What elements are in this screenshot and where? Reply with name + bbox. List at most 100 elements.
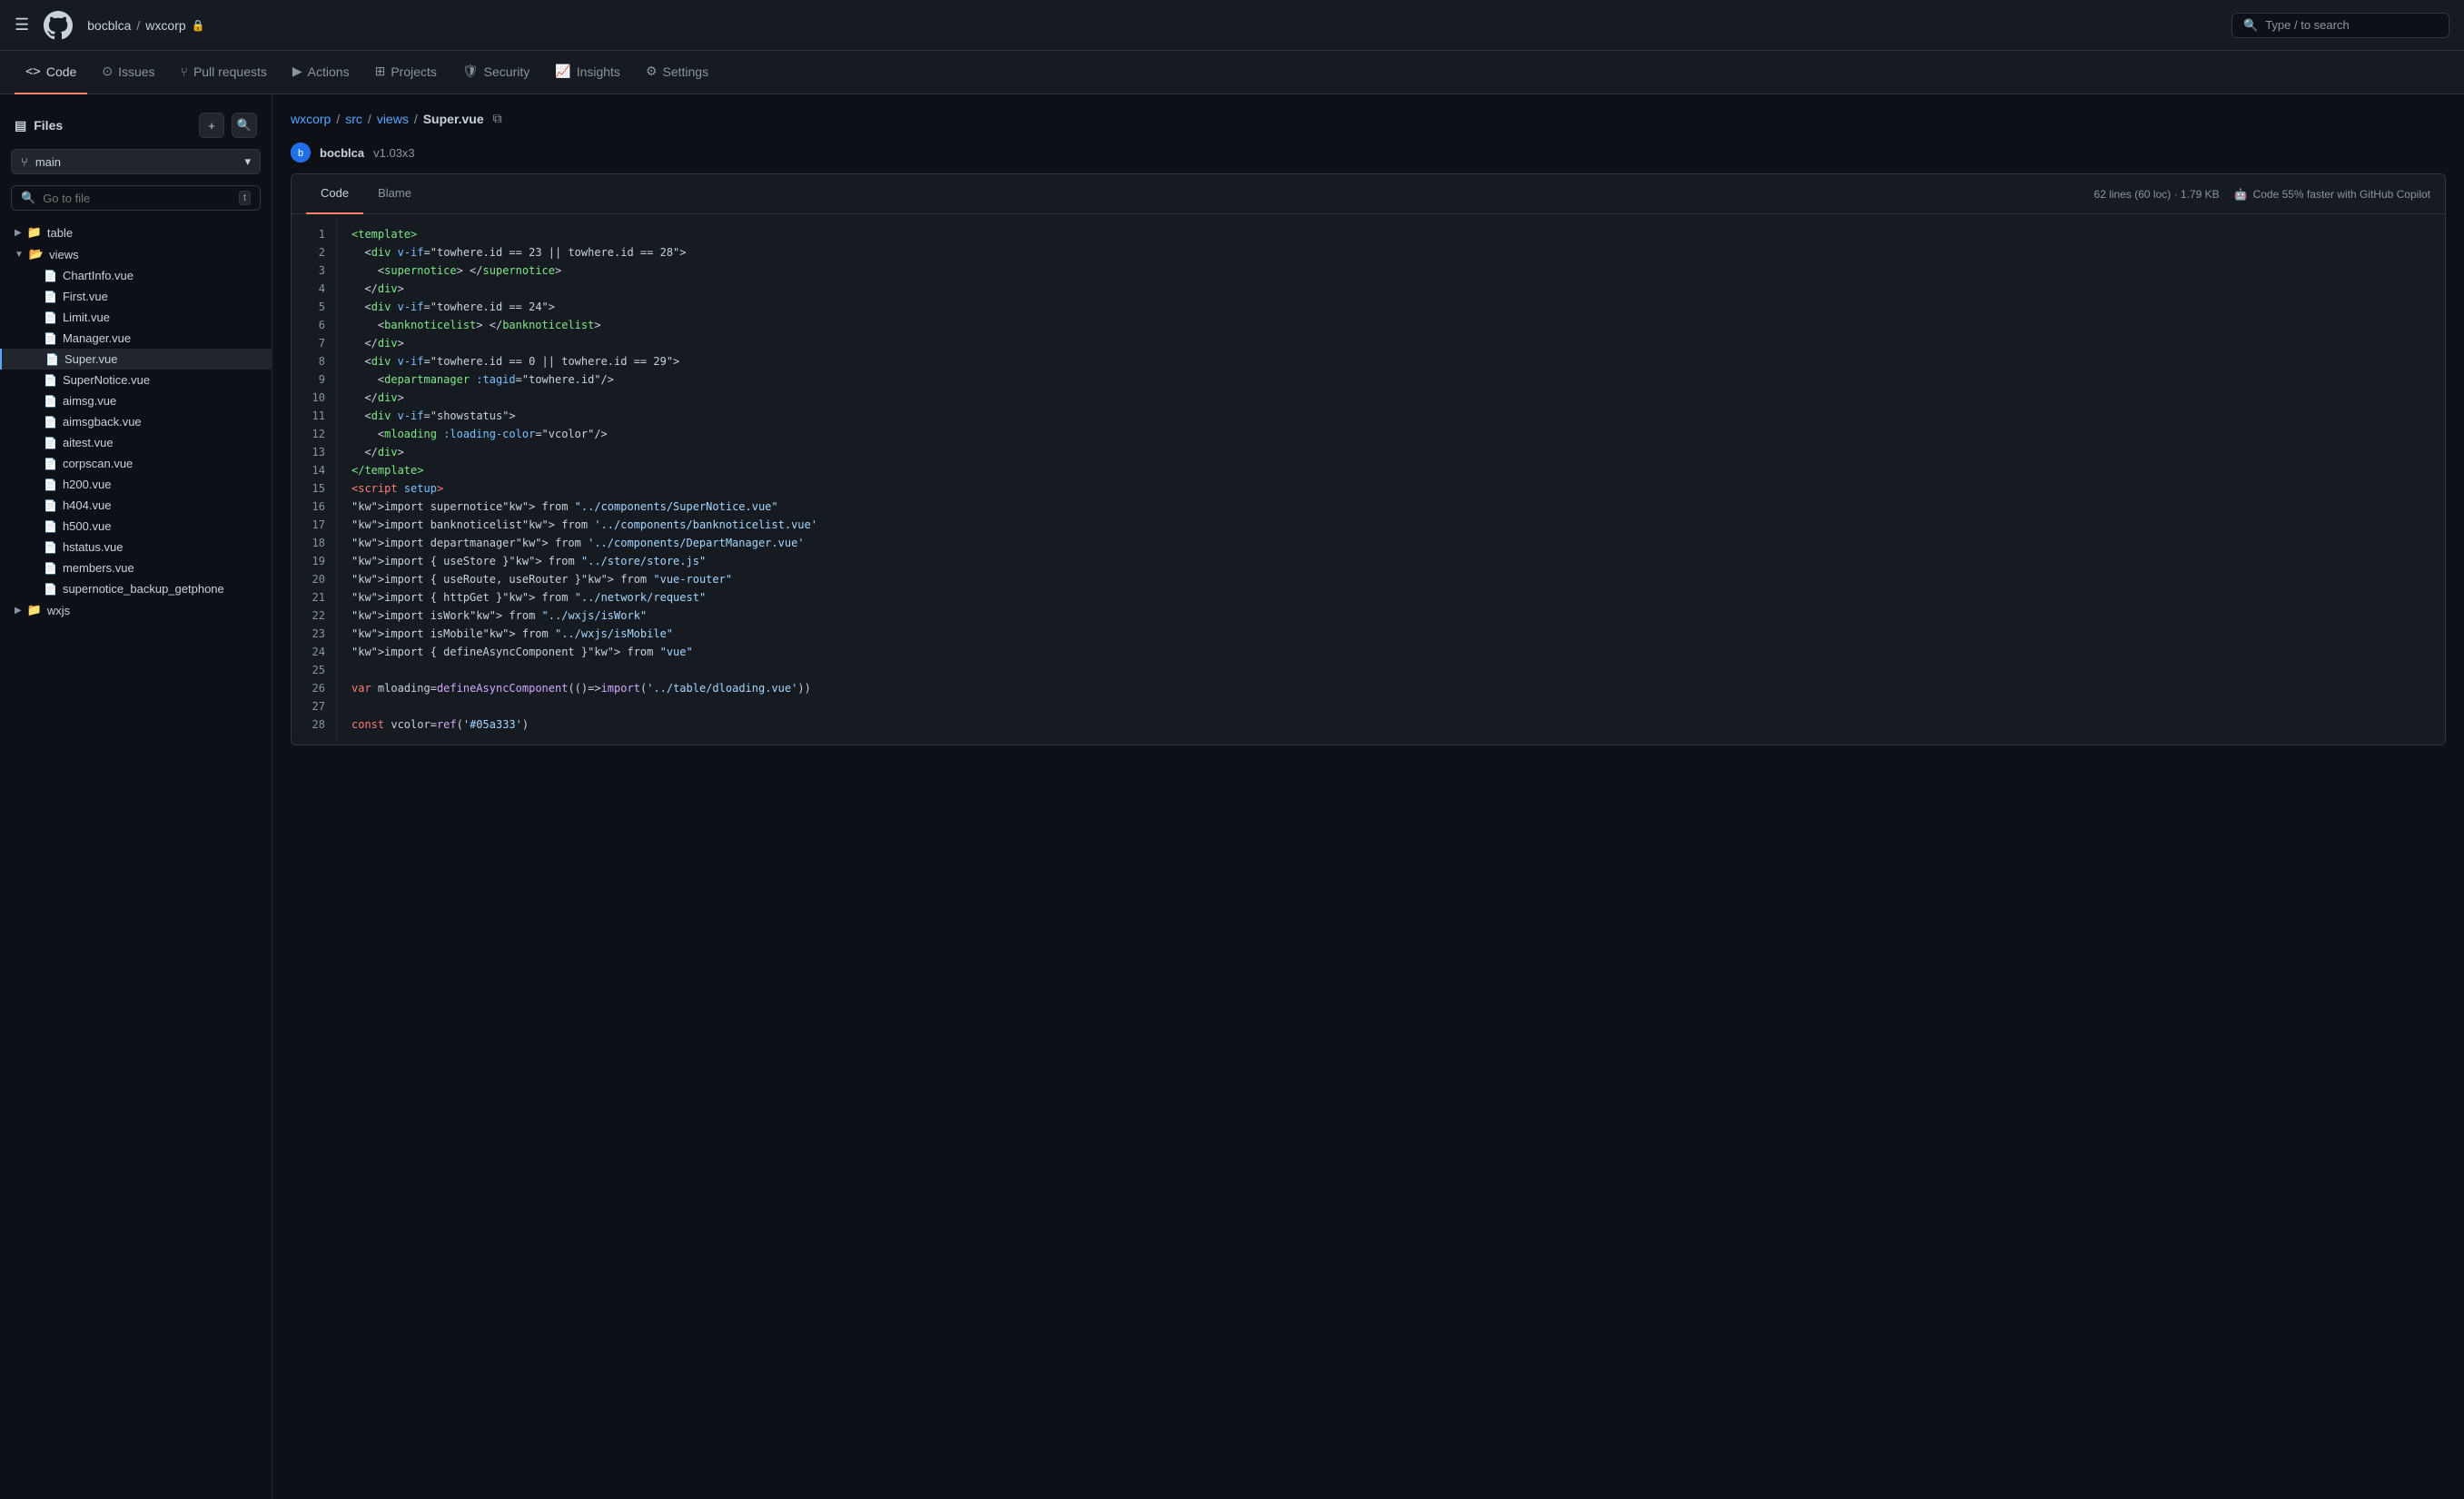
tree-item-aitest-vue[interactable]: 📄 aitest.vue xyxy=(0,432,272,453)
code-body: 1234567891011121314151617181920212223242… xyxy=(292,214,2445,745)
tab-issues[interactable]: ⊙ Issues xyxy=(91,51,165,94)
blame-view-tab[interactable]: Blame xyxy=(363,174,426,214)
pr-tab-label: Pull requests xyxy=(193,64,267,79)
code-line: <div v-if="showstatus"> xyxy=(351,407,2430,425)
tree-item-limit-vue[interactable]: 📄 Limit.vue xyxy=(0,307,272,328)
tree-item-label: Limit.vue xyxy=(63,311,110,324)
sidebar-title-label: Files xyxy=(34,118,63,133)
security-tab-icon: 🛡 xyxy=(462,64,479,79)
copy-path-button[interactable]: ⧉ xyxy=(490,109,506,128)
breadcrumb-src-link[interactable]: src xyxy=(345,112,362,126)
breadcrumb-current-file: Super.vue xyxy=(423,112,484,126)
tree-item-corpscan-vue[interactable]: 📄 corpscan.vue xyxy=(0,453,272,474)
tree-item-views-folder[interactable]: ▼📂 views xyxy=(0,243,272,265)
line-count: 62 lines (60 loc) · 1.79 KB xyxy=(2094,188,2220,201)
tree-item-wxjs-folder[interactable]: ▶📁 wxjs xyxy=(0,599,272,621)
branch-selector[interactable]: ⑂ main ▾ xyxy=(11,149,261,174)
branch-icon: ⑂ xyxy=(21,155,28,169)
github-logo[interactable] xyxy=(44,11,73,40)
code-line: "kw">import { useStore }"kw"> from "../s… xyxy=(351,552,2430,570)
copilot-button[interactable]: 🤖 Code 55% faster with GitHub Copilot xyxy=(2234,188,2430,201)
tree-item-h500-vue[interactable]: 📄 h500.vue xyxy=(0,516,272,537)
file-icon: 📄 xyxy=(44,583,57,596)
breadcrumb-repo-link[interactable]: wxcorp xyxy=(291,112,331,126)
file-search-input[interactable] xyxy=(43,192,232,205)
tree-item-label: aitest.vue xyxy=(63,436,114,449)
branch-name: main xyxy=(35,155,238,169)
line-number: 16 xyxy=(292,498,336,516)
tree-item-super-vue[interactable]: 📄 Super.vue xyxy=(0,349,272,370)
security-tab-label: Security xyxy=(484,64,530,79)
code-line: <banknoticelist> </banknoticelist> xyxy=(351,316,2430,334)
tab-pull-requests[interactable]: ⑂ Pull requests xyxy=(170,51,278,94)
commit-version: v1.03x3 xyxy=(373,146,415,160)
file-icon: 📄 xyxy=(44,291,57,303)
file-icon: 📄 xyxy=(44,458,57,470)
tree-item-h200-vue[interactable]: 📄 h200.vue xyxy=(0,474,272,495)
tree-item-label: table xyxy=(47,226,73,240)
tree-item-first-vue[interactable]: 📄 First.vue xyxy=(0,286,272,307)
code-view-tab[interactable]: Code xyxy=(306,174,363,214)
tree-item-supernotice-backup[interactable]: 📄 supernotice_backup_getphone xyxy=(0,578,272,599)
code-line: </div> xyxy=(351,389,2430,407)
settings-tab-icon: ⚙ xyxy=(646,64,658,79)
line-number: 26 xyxy=(292,679,336,697)
top-nav: ☰ bocblca / wxcorp 🔒 🔍 Type / to search xyxy=(0,0,2464,51)
tab-insights[interactable]: 📈 Insights xyxy=(544,51,631,94)
code-line: "kw">import { httpGet }"kw"> from "../ne… xyxy=(351,588,2430,607)
breadcrumb: bocblca / wxcorp 🔒 xyxy=(87,18,204,33)
line-number: 9 xyxy=(292,370,336,389)
tab-settings[interactable]: ⚙ Settings xyxy=(635,51,719,94)
line-number: 4 xyxy=(292,280,336,298)
tree-item-label: SuperNotice.vue xyxy=(63,373,150,387)
code-line: "kw">import isWork"kw"> from "../wxjs/is… xyxy=(351,607,2430,625)
tree-item-members-vue[interactable]: 📄 members.vue xyxy=(0,557,272,578)
code-line: </div> xyxy=(351,443,2430,461)
file-icon: 📄 xyxy=(44,311,57,324)
code-line: <div v-if="towhere.id == 23 || towhere.i… xyxy=(351,243,2430,261)
tree-item-supernotice-vue[interactable]: 📄 SuperNotice.vue xyxy=(0,370,272,390)
sidebar-title: ▤ Files xyxy=(15,118,63,133)
tree-item-label: aimsg.vue xyxy=(63,394,116,408)
file-icon: 📄 xyxy=(44,520,57,533)
file-icon: 📄 xyxy=(44,416,57,429)
breadcrumb-views-link[interactable]: views xyxy=(377,112,409,126)
actions-tab-label: Actions xyxy=(308,64,350,79)
breadcrumb-repo[interactable]: wxcorp xyxy=(145,18,185,33)
code-line: const vcolor=ref('#05a333') xyxy=(351,715,2430,734)
chevron-down-icon: ▾ xyxy=(244,154,251,169)
tree-item-chartinfo-vue[interactable]: 📄 ChartInfo.vue xyxy=(0,265,272,286)
tree-item-label: views xyxy=(49,248,79,261)
tree-item-table-folder[interactable]: ▶📁 table xyxy=(0,222,272,243)
folder-icon: 📁 xyxy=(27,225,42,240)
tree-item-aimsgback-vue[interactable]: 📄 aimsgback.vue xyxy=(0,411,272,432)
search-bar[interactable]: 🔍 Type / to search xyxy=(2231,13,2449,38)
menu-icon[interactable]: ☰ xyxy=(15,15,29,35)
code-line: <mloading :loading-color="vcolor"/> xyxy=(351,425,2430,443)
tab-security[interactable]: 🛡 Security xyxy=(451,51,540,94)
commit-author[interactable]: bocblca xyxy=(320,146,364,160)
tab-actions[interactable]: ▶ Actions xyxy=(282,51,361,94)
tree-item-aimsg-vue[interactable]: 📄 aimsg.vue xyxy=(0,390,272,411)
tree-item-manager-vue[interactable]: 📄 Manager.vue xyxy=(0,328,272,349)
file-icon: 📄 xyxy=(44,332,57,345)
tree-item-hstatus-vue[interactable]: 📄 hstatus.vue xyxy=(0,537,272,557)
tree-item-h404-vue[interactable]: 📄 h404.vue xyxy=(0,495,272,516)
tree-item-label: h500.vue xyxy=(63,519,112,533)
folder-icon: 📂 xyxy=(29,247,44,261)
tab-code[interactable]: <> Code xyxy=(15,51,87,94)
tab-projects[interactable]: ⊞ Projects xyxy=(364,51,448,94)
breadcrumb-owner[interactable]: bocblca xyxy=(87,18,131,33)
line-number: 2 xyxy=(292,243,336,261)
add-file-button[interactable]: + xyxy=(199,113,224,138)
code-lines: <template> <div v-if="towhere.id == 23 |… xyxy=(337,214,2445,745)
search-files-button[interactable]: 🔍 xyxy=(232,113,257,138)
pr-tab-icon: ⑂ xyxy=(181,64,188,79)
tree-item-label: Manager.vue xyxy=(63,331,131,345)
issues-tab-icon: ⊙ xyxy=(102,64,113,79)
copilot-label: Code 55% faster with GitHub Copilot xyxy=(2253,188,2430,201)
issues-tab-label: Issues xyxy=(118,64,154,79)
code-line: "kw">import supernotice"kw"> from "../co… xyxy=(351,498,2430,516)
file-icon: 📄 xyxy=(44,541,57,554)
code-header: Code Blame 62 lines (60 loc) · 1.79 KB 🤖… xyxy=(292,174,2445,214)
